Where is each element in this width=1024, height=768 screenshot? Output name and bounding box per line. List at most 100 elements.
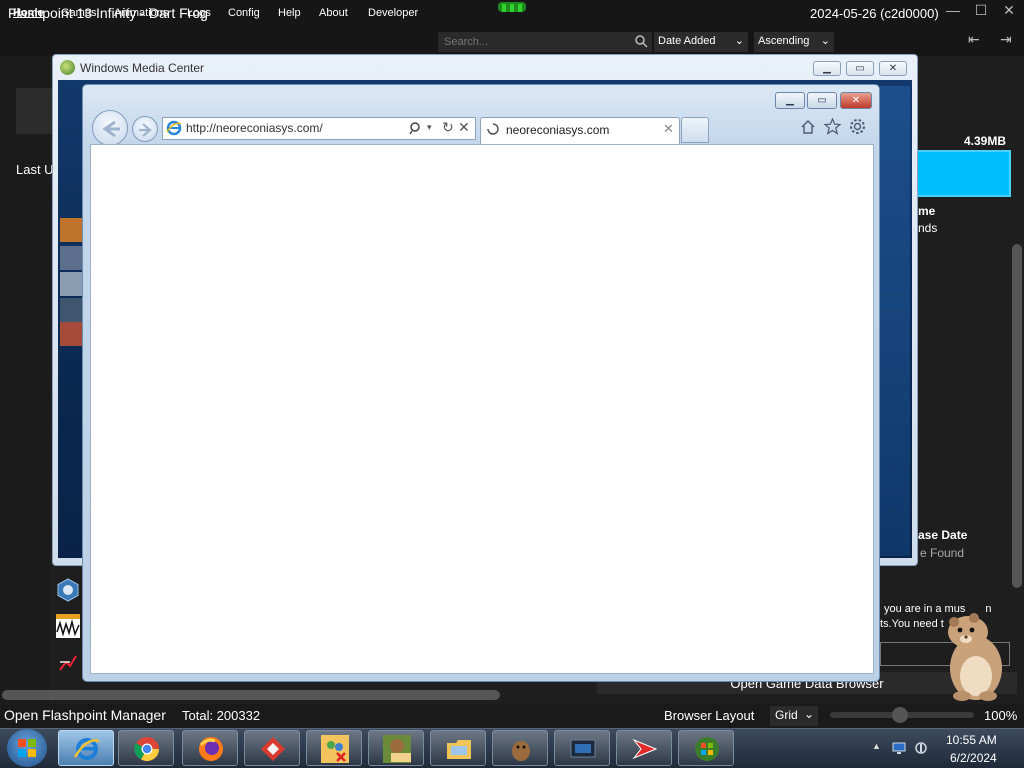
clock-time[interactable]: 10:55 AM (946, 733, 997, 747)
taskbar-internet-explorer[interactable] (58, 730, 114, 766)
museum-notice-line2: ts.You need t (880, 618, 944, 630)
show-hidden-icons-icon[interactable]: ▲ (872, 741, 886, 755)
forward-arrow-icon (139, 123, 152, 137)
chrome-icon (134, 737, 159, 762)
menu-about[interactable]: About (319, 7, 348, 19)
wmc-minimize-button[interactable]: ▁ (813, 61, 841, 76)
sort-field-value: Date Added (658, 35, 716, 47)
game-size: 4.39MB (964, 134, 1007, 148)
taskbar-firefox[interactable] (182, 730, 238, 766)
display-icon[interactable] (892, 741, 906, 755)
collapse-left-icon[interactable]: ⇤ (968, 31, 980, 48)
chevron-down-icon: ⌄ (803, 707, 814, 721)
folder-icon (447, 740, 471, 759)
media-thumbnail[interactable] (60, 298, 82, 322)
wmc-maximize-button[interactable]: ▭ (846, 61, 874, 76)
stop-icon[interactable]: ✕ (458, 119, 470, 136)
game-subtitle-fragment: nds (918, 221, 938, 235)
game-title-fragment: me (918, 204, 936, 218)
search-icon[interactable] (634, 34, 648, 48)
zoom-slider-thumb[interactable] (892, 707, 908, 723)
menu-games[interactable]: Games (61, 7, 96, 19)
browser-layout-label: Browser Layout (664, 708, 755, 723)
waveform-app-icon[interactable] (56, 614, 80, 638)
taskbar-beaver[interactable] (492, 730, 548, 766)
menu-help[interactable]: Help (278, 7, 301, 19)
wmc-close-button[interactable]: ✕ (879, 61, 907, 76)
launcher-minimize-button[interactable]: — (942, 2, 964, 18)
back-arrow-icon (102, 120, 120, 138)
sort-order-value: Ascending (758, 35, 810, 47)
firefox-icon (199, 737, 223, 761)
clock-date[interactable]: 6/2/2024 (950, 751, 997, 765)
close-tab-icon[interactable]: ✕ (663, 121, 674, 137)
favorites-star-icon[interactable] (824, 118, 841, 135)
menu-logs[interactable]: Logs (187, 7, 211, 19)
taskbar-beaver-box[interactable] (368, 730, 424, 766)
forward-button[interactable] (132, 116, 158, 142)
details-scrollbar[interactable] (1012, 244, 1022, 588)
media-thumbnail[interactable] (60, 218, 82, 242)
taskbar-chrome[interactable] (118, 730, 174, 766)
browser-viewport[interactable] (90, 144, 874, 674)
menu-developer[interactable]: Developer (368, 7, 418, 19)
chevron-down-icon: ⌄ (734, 35, 744, 47)
horizontal-scrollbar[interactable] (2, 690, 500, 700)
start-button[interactable] (7, 729, 47, 767)
hamster-desktop-pet[interactable] (940, 606, 1010, 706)
zoom-value: 100% (984, 708, 1018, 723)
chevron-down-icon: ⌄ (820, 35, 830, 47)
collapse-right-icon[interactable]: ⇥ (1000, 31, 1012, 48)
taskbar-windows-live-messenger[interactable] (306, 730, 362, 766)
media-center-icon (570, 739, 596, 758)
open-flashpoint-manager-button[interactable]: Open Flashpoint Manager (4, 707, 166, 723)
flashpoint-logo-icon (498, 2, 526, 12)
menu-home[interactable]: Home (13, 7, 44, 19)
new-tab-button[interactable] (681, 117, 709, 143)
hexagon-app-icon[interactable] (56, 578, 80, 602)
internet-explorer-icon (73, 738, 100, 760)
search-input[interactable] (438, 32, 652, 52)
taskbar-windows-logo-app[interactable] (678, 730, 734, 766)
beaver-box-icon (383, 735, 411, 763)
launcher-close-button[interactable]: ✕ (998, 2, 1020, 19)
ie-logo-icon (166, 120, 182, 136)
settings-gear-icon[interactable] (849, 118, 866, 135)
search-icon[interactable] (409, 121, 423, 135)
browser-layout-select[interactable]: Grid ⌄ (770, 706, 818, 726)
loading-spinner-icon (487, 123, 499, 135)
network-icon[interactable] (914, 741, 928, 755)
beaver-icon (512, 741, 530, 761)
runner-app-icon[interactable] (56, 650, 80, 674)
tab-title: neoreconiasys.com (506, 123, 610, 137)
sort-order-select[interactable]: Ascending ⌄ (754, 32, 834, 52)
chevron-down-icon[interactable]: ▾ (427, 122, 432, 133)
media-center-title: Windows Media Center (80, 61, 205, 75)
last-played-label: Last U (16, 162, 54, 177)
game-thumbnail[interactable] (916, 150, 1011, 197)
release-date-value: e Found (920, 546, 965, 560)
taskbar-gamemaker[interactable] (244, 730, 300, 766)
launcher-maximize-button[interactable]: ☐ (970, 2, 992, 19)
media-thumbnail[interactable] (60, 322, 82, 346)
launcher-build-version: 2024-05-26 (c2d0000) (810, 6, 939, 21)
media-thumbnail[interactable] (60, 272, 82, 296)
sort-field-select[interactable]: Date Added ⌄ (654, 32, 748, 52)
address-url: http://neoreconiasys.com/ (186, 121, 323, 135)
taskbar-red-arrow-app[interactable] (616, 730, 672, 766)
menu-config[interactable]: Config (228, 7, 260, 19)
launcher-left-box[interactable] (16, 88, 56, 134)
media-center-logo-icon (60, 60, 75, 75)
ie-minimize-button[interactable]: ▁ (775, 92, 805, 109)
menu-animations[interactable]: Animations (114, 7, 168, 19)
refresh-icon[interactable]: ↻ (442, 119, 454, 136)
ie-maximize-button[interactable]: ▭ (807, 92, 837, 109)
taskbar-file-explorer[interactable] (430, 730, 486, 766)
media-thumbnail[interactable] (60, 246, 82, 270)
taskbar-media-center[interactable] (554, 730, 610, 766)
windows-logo-icon (18, 739, 36, 757)
ie-close-button[interactable]: ✕ (840, 92, 872, 109)
browser-layout-value: Grid (775, 708, 798, 722)
home-icon[interactable] (800, 119, 816, 135)
back-button[interactable] (92, 110, 128, 146)
